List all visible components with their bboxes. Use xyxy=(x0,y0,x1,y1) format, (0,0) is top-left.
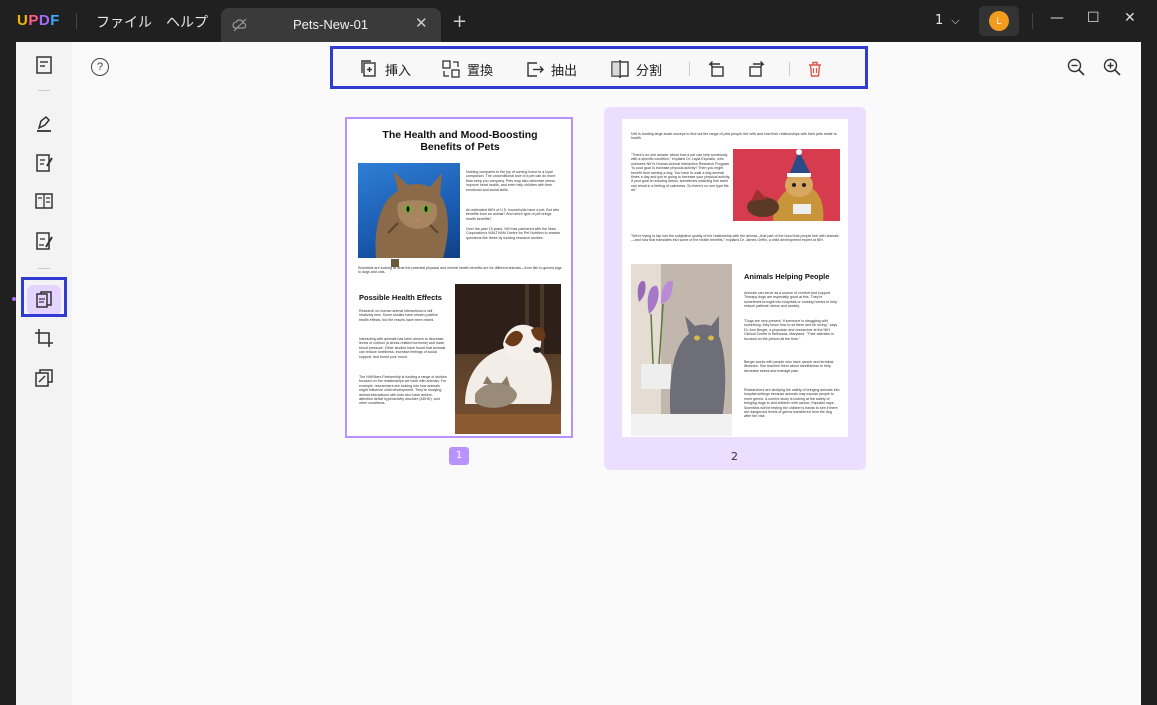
replace-label: 置換 xyxy=(467,63,494,79)
edit-pdf-button[interactable] xyxy=(27,148,61,178)
highlighter-icon xyxy=(37,115,51,132)
help-icon[interactable]: ? xyxy=(91,58,109,76)
rotate-right-icon xyxy=(749,61,765,77)
titlebar-divider xyxy=(1032,13,1033,29)
updf-logo: UPDF xyxy=(17,12,60,29)
maximize-icon[interactable]: ☐ xyxy=(1087,10,1100,26)
doc-heading: Possible Health Effects xyxy=(359,293,442,302)
organize-pages-view: ? 挿入 置換 抽出 分割 The Health and Mood-Boosti… xyxy=(72,42,1141,705)
doc-paragraph: Over the past 15 years, NIH has partnere… xyxy=(466,227,561,240)
sign-button[interactable] xyxy=(27,226,61,256)
zoom-in-icon[interactable] xyxy=(1102,57,1122,77)
left-toolbar xyxy=(12,42,72,705)
zoom-out-icon[interactable] xyxy=(1066,57,1086,77)
doc-title: The Health and Mood-Boosting Benefits of… xyxy=(382,129,538,153)
dogs-photo xyxy=(733,149,840,221)
avatar: L xyxy=(989,11,1009,31)
doc-caption: Scientists are looking at what the poten… xyxy=(358,266,562,275)
page-selector[interactable]: 1 ⌵ xyxy=(935,13,960,28)
cat-photo xyxy=(358,163,460,258)
page-number-2: 2 xyxy=(731,450,738,463)
doc-paragraph: Animals can serve as a source of comfort… xyxy=(744,291,838,309)
doc-paragraph: Berger works with people who have cancer… xyxy=(744,360,834,373)
split-label: 分割 xyxy=(636,63,663,79)
signature-icon xyxy=(36,232,53,250)
minimize-icon[interactable]: — xyxy=(1050,10,1064,26)
protect-button[interactable] xyxy=(27,363,61,393)
doc-paragraph: Interacting with animals has been shown … xyxy=(359,337,446,359)
edit-text-icon xyxy=(36,154,53,172)
toolbar-divider xyxy=(789,62,790,76)
doc-paragraph: "We're trying to tap into the subjective… xyxy=(631,234,839,243)
toolbar-divider xyxy=(689,62,690,76)
doc-paragraph: "Dogs are very present. If someone is st… xyxy=(744,319,838,341)
insert-page-icon xyxy=(361,60,376,77)
rail-divider xyxy=(38,90,50,91)
insert-label: 挿入 xyxy=(385,63,412,79)
tab-title: Pets-New-01 xyxy=(293,17,369,32)
tab-close-icon[interactable]: ✕ xyxy=(415,14,428,32)
split-button[interactable]: 分割 xyxy=(610,58,662,80)
account-button[interactable]: L xyxy=(979,6,1019,36)
page-thumbnail-2[interactable]: NIH is funding large-scale surveys to fi… xyxy=(604,107,866,470)
reader-mode-button[interactable] xyxy=(27,50,61,80)
form-button[interactable] xyxy=(27,186,61,216)
page-selector-value: 1 xyxy=(935,13,944,28)
menu-help[interactable]: ヘルプ xyxy=(166,12,208,32)
document-tab[interactable]: Pets-New-01 ✕ xyxy=(221,8,441,42)
crop-button[interactable] xyxy=(27,323,61,353)
close-window-icon[interactable]: ✕ xyxy=(1124,10,1136,26)
new-tab-icon[interactable]: + xyxy=(452,11,467,32)
doc-paragraph: An estimated 68% of U.S. households have… xyxy=(466,208,560,221)
page-toolbar: 挿入 置換 抽出 分割 xyxy=(330,46,868,89)
rotate-left-icon xyxy=(708,61,724,77)
title-bar: UPDF ファイル ヘルプ Pets-New-01 ✕ + 1 ⌵ L — ☐ ✕ xyxy=(0,0,1157,42)
rotate-right-button[interactable] xyxy=(747,58,773,80)
cloud-off-icon xyxy=(232,18,247,32)
doc-paragraph: Researchers are studying the safety of b… xyxy=(744,388,840,419)
doc-paragraph: Nothing compares to the joy of coming ho… xyxy=(466,170,556,192)
chevron-down-icon: ⌵ xyxy=(951,14,960,27)
page-2-content: NIH is funding large-scale surveys to fi… xyxy=(622,119,848,437)
extract-page-icon xyxy=(527,62,544,77)
cat-with-flowers-photo xyxy=(631,264,732,436)
insert-button[interactable]: 挿入 xyxy=(359,58,411,80)
doc-paragraph: Research on human-animal interactions is… xyxy=(359,309,438,322)
trash-icon xyxy=(809,61,821,77)
doc-heading: Animals Helping People xyxy=(744,272,830,281)
replace-page-icon xyxy=(442,60,460,78)
doc-paragraph: NIH is funding large-scale surveys to fi… xyxy=(631,132,837,141)
titlebar-divider xyxy=(76,13,77,29)
extract-button[interactable]: 抽出 xyxy=(525,58,577,80)
form-icon xyxy=(35,193,53,209)
rail-divider xyxy=(38,268,50,269)
active-indicator xyxy=(12,297,16,301)
page-thumbnail-1[interactable]: The Health and Mood-Boosting Benefits of… xyxy=(345,117,573,438)
split-page-icon xyxy=(611,60,629,78)
doc-paragraph: The NIH/Mars Partnership is funding a ra… xyxy=(359,375,447,406)
doc-paragraph: "There's no one answer about how a pet c… xyxy=(631,153,731,193)
app-window: UPDF ファイル ヘルプ Pets-New-01 ✕ + 1 ⌵ L — ☐ ✕ xyxy=(0,0,1157,705)
replace-button[interactable]: 置換 xyxy=(441,58,493,80)
page-number-1: 1 xyxy=(449,447,469,465)
extract-label: 抽出 xyxy=(551,63,578,79)
organize-highlight-box xyxy=(21,277,67,317)
delete-page-button[interactable] xyxy=(805,58,831,80)
crop-icon xyxy=(35,329,53,347)
menu-file[interactable]: ファイル xyxy=(96,12,152,32)
protect-icon xyxy=(35,369,53,387)
dog-and-cat-photo xyxy=(455,284,561,434)
rotate-left-button[interactable] xyxy=(706,58,732,80)
comment-button[interactable] xyxy=(27,108,61,138)
reader-icon xyxy=(36,56,52,74)
